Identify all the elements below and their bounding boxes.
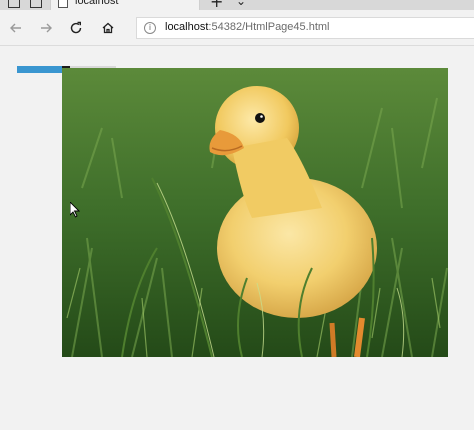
mouse-cursor-icon — [70, 202, 80, 218]
browser-window: localhost + ⌄ i localhost:54382/HtmlPage… — [0, 0, 474, 430]
page-content — [0, 47, 474, 430]
plus-icon[interactable]: + — [210, 0, 223, 10]
home-button[interactable] — [98, 18, 118, 38]
address-url: localhost:54382/HtmlPage45.html — [165, 21, 330, 33]
duckling-photo — [62, 68, 448, 357]
window-icon[interactable] — [8, 0, 20, 8]
duckling-image — [62, 68, 448, 357]
progress-fill — [17, 66, 62, 73]
home-icon — [102, 22, 114, 34]
back-arrow-icon — [10, 23, 21, 33]
browser-toolbar: i localhost:54382/HtmlPage45.html — [0, 10, 474, 46]
refresh-button[interactable] — [66, 18, 86, 38]
info-icon[interactable]: i — [144, 22, 156, 34]
chevron-down-icon[interactable]: ⌄ — [236, 0, 246, 9]
url-path: :54382/HtmlPage45.html — [208, 21, 330, 33]
forward-arrow-icon — [41, 23, 52, 33]
page-icon — [58, 0, 68, 8]
address-bar[interactable]: i localhost:54382/HtmlPage45.html — [136, 17, 474, 39]
back-button[interactable] — [6, 18, 26, 38]
refresh-icon — [70, 21, 82, 34]
tab-strip: localhost + ⌄ — [0, 0, 474, 10]
forward-button[interactable] — [36, 18, 56, 38]
tab-actions-icon[interactable] — [30, 0, 42, 8]
browser-tab[interactable]: localhost — [50, 0, 200, 10]
url-host: localhost — [165, 21, 209, 33]
tab-title: localhost — [75, 0, 119, 7]
